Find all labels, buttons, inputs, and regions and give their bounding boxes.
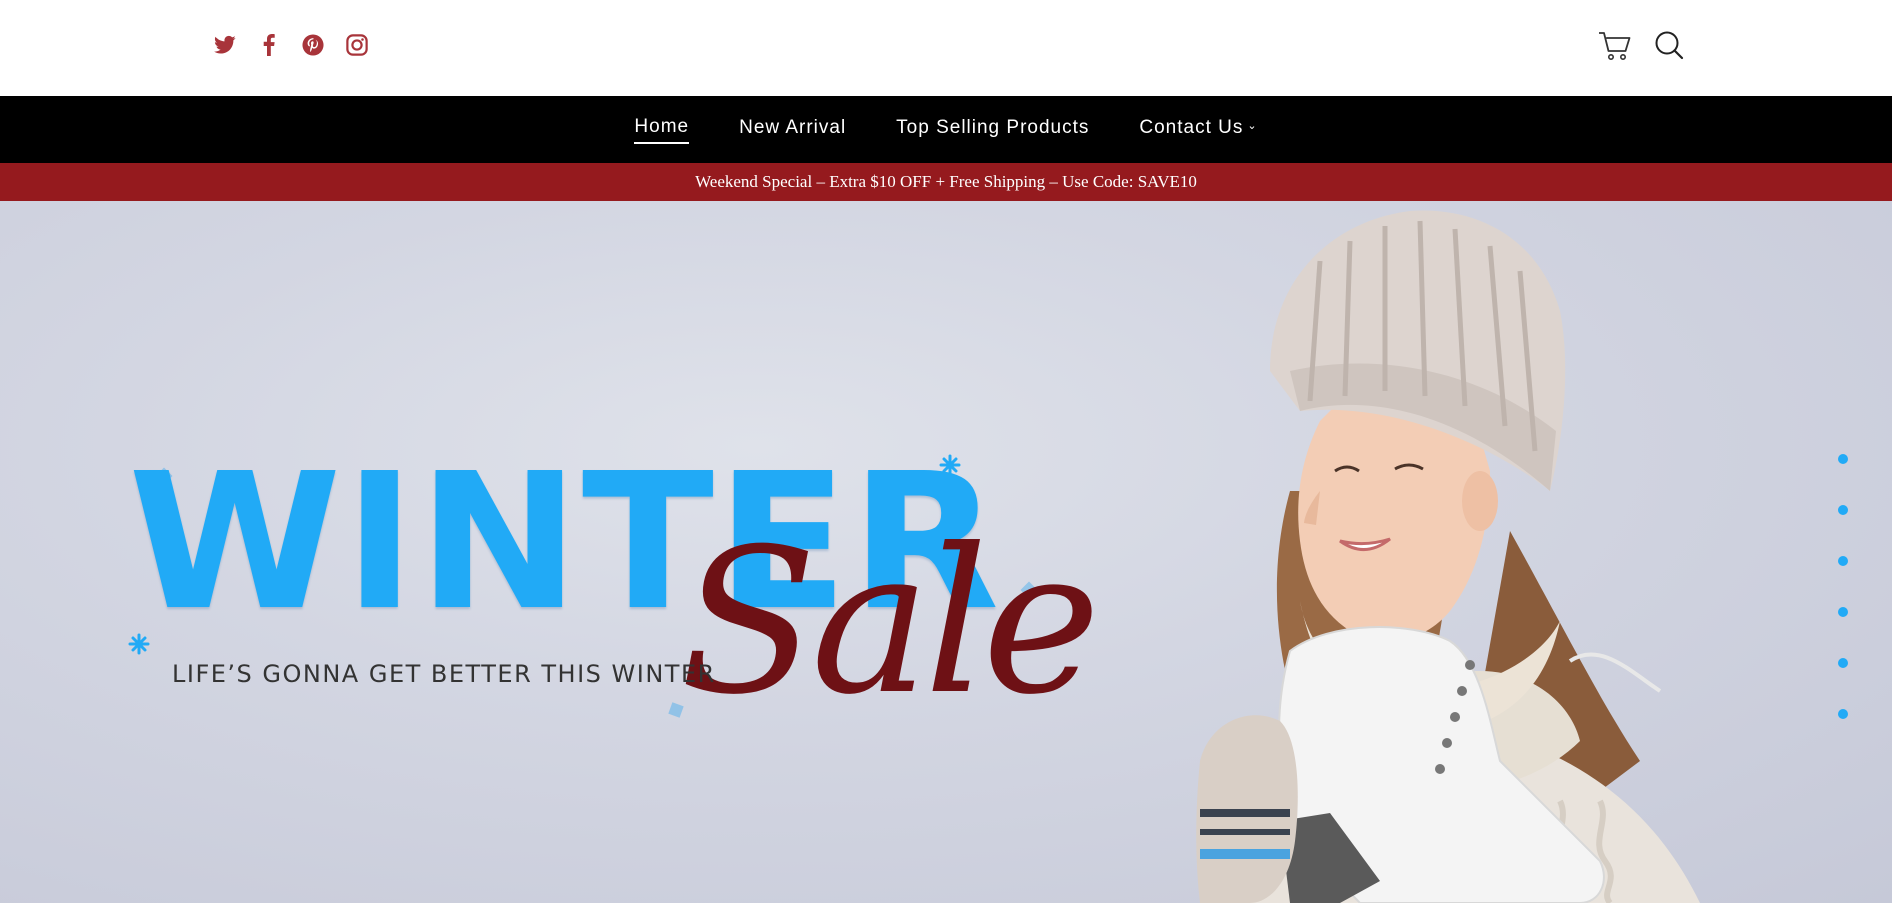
hero-script: Sale (680, 506, 1101, 739)
search-icon[interactable] (1649, 26, 1689, 66)
pinterest-icon[interactable] (298, 30, 328, 60)
nav-item-top-selling-products[interactable]: Top Selling Products (896, 117, 1089, 143)
slider-dot[interactable] (1838, 658, 1848, 668)
main-nav: Home New Arrival Top Selling Products Co… (0, 96, 1892, 163)
header-actions (1595, 26, 1703, 66)
nav-item-contact-us-label: Contact Us (1139, 116, 1244, 138)
chevron-down-icon: ⌄ (1247, 119, 1258, 132)
facebook-icon[interactable] (254, 30, 284, 60)
slider-dots (1838, 454, 1848, 760)
hero-tagline: LIFE’S GONNA GET BETTER THIS WINTER (172, 660, 716, 688)
hero-slider[interactable]: WINTER Sale LIFE’S GONNA GET BETTER THIS… (0, 201, 1892, 903)
promo-banner: Weekend Special – Extra $10 OFF + Free S… (0, 163, 1892, 201)
slider-dot[interactable] (1838, 607, 1848, 617)
slider-dot[interactable] (1838, 556, 1848, 566)
slider-dot[interactable] (1838, 709, 1848, 719)
slider-dot[interactable] (1838, 454, 1848, 464)
nav-item-home[interactable]: Home (634, 116, 690, 144)
nav-item-new-arrival[interactable]: New Arrival (739, 117, 846, 143)
top-header (0, 0, 1892, 96)
slider-dot[interactable] (1838, 505, 1848, 515)
social-links (210, 30, 386, 60)
nav-item-contact-us[interactable]: Contact Us ⌄ (1139, 117, 1257, 143)
cart-icon[interactable] (1595, 26, 1635, 66)
twitter-icon[interactable] (210, 30, 240, 60)
instagram-icon[interactable] (342, 30, 372, 60)
